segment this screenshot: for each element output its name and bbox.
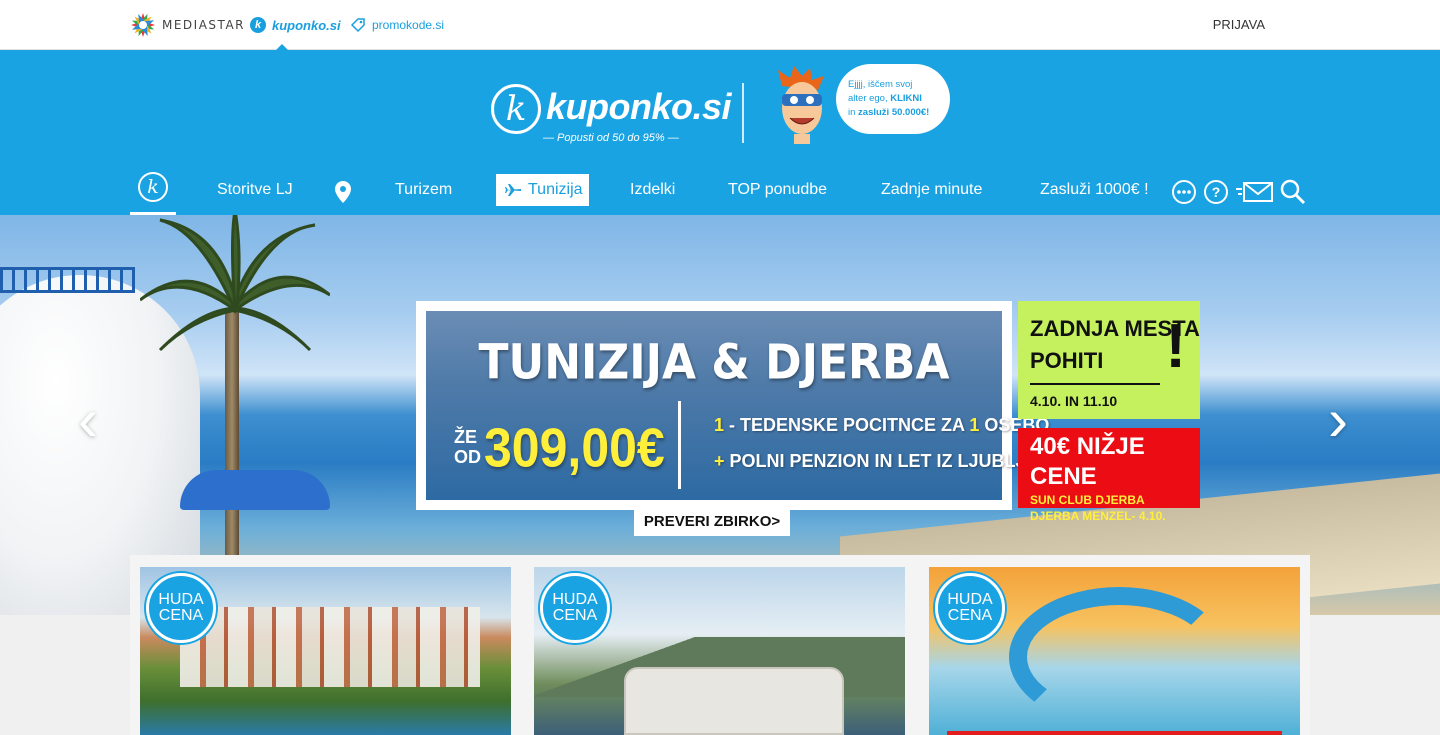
nav-item-zasluzi[interactable]: Zasluži 1000€ ! (1040, 181, 1149, 199)
nav-item-turizem[interactable]: Turizem (395, 181, 452, 199)
nav-item-tunizija[interactable]: Tunizija (496, 174, 589, 206)
nav-item-zadnje-minute[interactable]: Zadnje minute (881, 181, 982, 199)
lower-prices-line-1: SUN CLUB DJERBA (1030, 493, 1145, 507)
site-logo-text[interactable]: kuponko.si (546, 86, 732, 128)
kuponko-logo-icon: k (250, 17, 266, 33)
header-divider (742, 83, 744, 143)
top-bar: MEDIASTAR k kuponko.si promokode.si PRIJ… (0, 0, 1440, 50)
lower-prices-banner[interactable]: 40€ NIŽJE CENE SUN CLUB DJERBA DJERBA ME… (1018, 428, 1200, 523)
last-places-dates: 4.10. IN 11.10 (1030, 393, 1118, 409)
lower-prices-title: 40€ NIŽJE CENE (1030, 433, 1145, 490)
help-icon[interactable]: ? (1203, 179, 1229, 205)
huda-cena-badge: HUDA CENA (935, 573, 1005, 643)
deal-card-image (180, 607, 480, 687)
water-slide-decor (1009, 587, 1229, 727)
main-nav: k Storitve LJ Turizem Tunizija Izdelki T… (0, 162, 1440, 215)
deal-card[interactable]: HUDA CENA (534, 567, 905, 735)
huda-cena-badge: HUDA CENA (540, 573, 610, 643)
site-logo-icon[interactable]: k (491, 84, 541, 134)
hero-promo-title: TUNIZIJA & DJERBA (478, 334, 950, 391)
last-places-rule (1030, 383, 1160, 385)
hero-railing-decor (0, 267, 135, 293)
nav-item-tunizija-label: Tunizija (528, 181, 583, 198)
hero-promo-divider (678, 401, 681, 489)
kuponko-link[interactable]: k kuponko.si (250, 12, 341, 38)
hero-promo-price: 309,00€ (484, 417, 665, 479)
tag-icon (350, 18, 365, 33)
location-pin-icon[interactable] (330, 179, 356, 205)
camper-van-decor (624, 667, 844, 735)
deal-card[interactable]: HUDA CENA (140, 567, 511, 735)
deal-cards: HUDA CENA HUDA CENA HUDA CENA (130, 555, 1310, 735)
bubble-line-2: alter ego, KLIKNI (848, 93, 922, 104)
mascot-icon[interactable] (772, 64, 832, 144)
promokode-link[interactable]: promokode.si (350, 12, 444, 38)
bubble-line-3: in zasluži 50.000€! (848, 107, 930, 118)
plane-icon (505, 184, 521, 196)
search-icon[interactable] (1280, 179, 1306, 205)
exclamation-icon: ! (1165, 312, 1186, 381)
mediastar-logo-icon (131, 13, 155, 37)
header: k kuponko.si — Popusti od 50 do 95% — Ej… (0, 50, 1440, 215)
hero-promo-line-1: 1 - TEDENSKE POCITNCE ZA 1 OSEBO (714, 415, 1050, 435)
home-k-icon: k (138, 172, 168, 202)
hero-promo-banner[interactable]: TUNIZIJA & DJERBA ŽE OD 309,00€ 1 - TEDE… (416, 301, 1064, 510)
promokode-label: promokode.si (372, 18, 445, 32)
lower-prices-line-2: DJERBA MENZEL- 4.10. (1030, 509, 1166, 523)
hero-promo-inner: TUNIZIJA & DJERBA ŽE OD 309,00€ 1 - TEDE… (426, 311, 1064, 500)
mediastar-label: MEDIASTAR (162, 18, 245, 32)
hero-umbrella-decor (180, 470, 330, 510)
hero-promo-from: ŽE OD (454, 427, 481, 467)
deal-card[interactable]: HUDA CENA (929, 567, 1300, 735)
site-tagline: — Popusti od 50 do 95% — (543, 132, 679, 144)
svg-text:?: ? (1212, 184, 1221, 200)
huda-cena-badge: HUDA CENA (146, 573, 216, 643)
slider-prev-arrow-icon[interactable]: ‹ (78, 385, 98, 454)
nav-home[interactable]: k (130, 162, 176, 215)
kuponko-label: kuponko.si (272, 17, 341, 33)
preveri-zbirko-button[interactable]: PREVERI ZBIRKO> (634, 506, 790, 536)
mail-icon[interactable] (1236, 179, 1274, 205)
last-places-banner[interactable]: ZADNJA MESTA POHITI ! 4.10. IN 11.10 (1018, 301, 1200, 419)
bubble-line-1: Ejjjj, iščem svoj (848, 79, 913, 90)
login-link[interactable]: PRIJAVA (1213, 17, 1265, 32)
nav-item-izdelki[interactable]: Izdelki (630, 181, 675, 199)
deal-card-red-strip (947, 731, 1282, 735)
nav-item-storitve-lj[interactable]: Storitve LJ (217, 181, 293, 199)
slider-next-arrow-icon[interactable]: › (1328, 385, 1348, 454)
nav-item-top-ponudbe[interactable]: TOP ponudbe (728, 181, 827, 199)
more-icon[interactable] (1171, 179, 1197, 205)
palm-tree-icon (140, 215, 330, 352)
hero-promo-line-2: + POLNI PENZION IN LET IZ LJUBLJANE (714, 451, 1064, 471)
mediastar-link[interactable]: MEDIASTAR (130, 12, 245, 38)
promo-speech-bubble[interactable]: Ejjjj, iščem svoj alter ego, KLIKNI in z… (836, 64, 950, 134)
